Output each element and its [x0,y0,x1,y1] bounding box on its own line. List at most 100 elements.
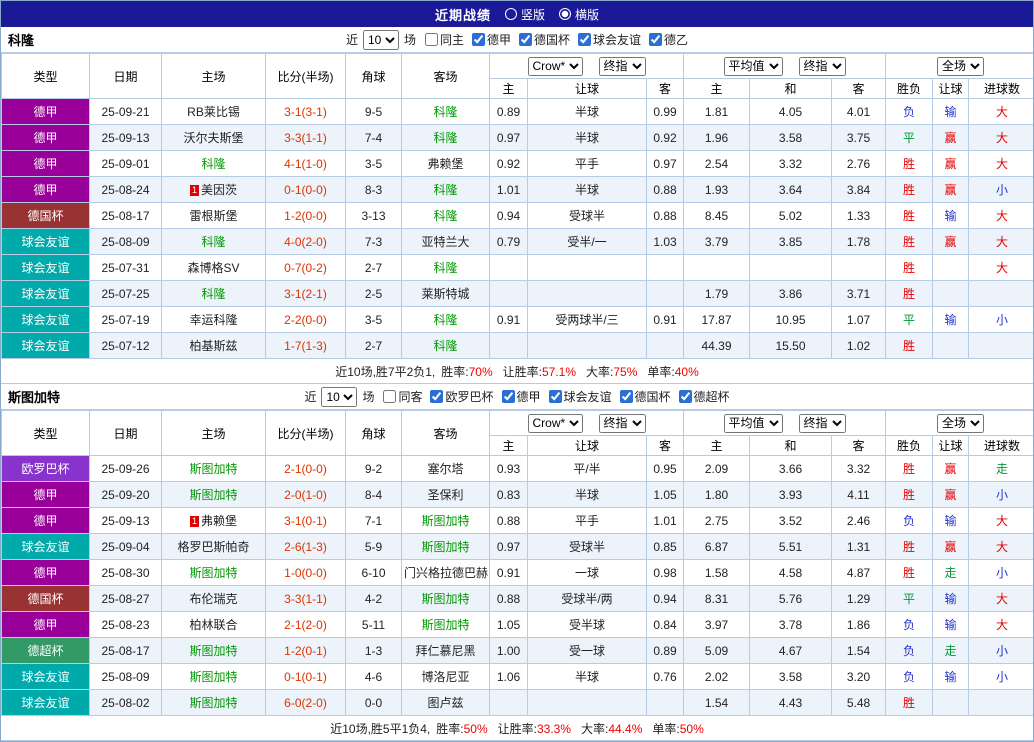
summary-stat-value: 50% [464,722,488,736]
home-odds [490,281,528,307]
home-odds: 0.97 [490,125,528,151]
home-team: 格罗巴斯帕奇 [162,534,266,560]
odds-stage-select[interactable]: 终指 [599,57,646,76]
league-filter-checkbox[interactable] [425,33,438,46]
summary-stats: 胜率:70% 让胜率:57.1% 大率:75% 单率:40% [441,363,699,380]
league-filter[interactable]: 球会友谊 [549,388,612,405]
league-filter[interactable]: 欧罗巴杯 [430,388,493,405]
league-filter[interactable]: 同客 [383,388,422,405]
summary-stat-label: 大率: [581,722,608,736]
handicap-line [528,281,647,307]
score: 2-0(1-0) [266,482,346,508]
competition-badge: 球会友谊 [2,229,90,255]
league-filter[interactable]: 同主 [425,31,464,48]
league-filter-checkbox[interactable] [519,33,532,46]
home-odds: 0.89 [490,99,528,125]
league-filter[interactable]: 德乙 [649,31,688,48]
match-count-select[interactable]: 10 [321,387,357,407]
avg-away-odds: 3.75 [832,125,886,151]
score: 2-1(2-0) [266,612,346,638]
league-filter-label: 德国杯 [534,31,570,48]
avg-home-odds: 6.87 [684,534,750,560]
result: 胜 [886,203,933,229]
fulltime-select[interactable]: 全场 [937,57,984,76]
avg-stage-select[interactable]: 终指 [799,414,846,433]
league-filter[interactable]: 球会友谊 [578,31,641,48]
col-home-odds: 主 [490,436,528,456]
odds-provider-select[interactable]: Crow* [528,57,583,76]
odds-stage-select[interactable]: 终指 [599,414,646,433]
home-team-name: 柏基斯兹 [189,339,237,353]
goals-result: 小 [969,307,1034,333]
match-count-select[interactable]: 10 [363,30,399,50]
layout-option[interactable]: 竖版 [505,6,545,23]
league-filter[interactable]: 德甲 [502,388,541,405]
col-handicap-result: 让球 [933,79,969,99]
competition-badge: 球会友谊 [2,690,90,716]
avg-stage-select[interactable]: 终指 [799,57,846,76]
avg-odds-select[interactable]: 平均值 [724,57,783,76]
league-filter-checkbox[interactable] [679,390,692,403]
home-odds: 1.00 [490,638,528,664]
summary-stat-label: 胜率: [441,365,468,379]
match-row: 球会友谊 25-08-09 斯图加特 0-1(0-1) 4-6 博洛尼亚 1.0… [2,664,1034,690]
goals-result: 大 [969,534,1034,560]
avg-odds-select[interactable]: 平均值 [724,414,783,433]
league-filter-checkbox[interactable] [383,390,396,403]
layout-radio[interactable] [559,8,571,20]
corners: 9-2 [346,456,402,482]
page-title: 近期战绩 [435,5,491,24]
league-filter-checkbox[interactable] [502,390,515,403]
corners: 7-3 [346,229,402,255]
result: 负 [886,638,933,664]
league-filter-checkbox[interactable] [649,33,662,46]
away-team-name: 科隆 [433,261,457,275]
goals-result: 大 [969,99,1034,125]
odds-group-header: Crow* 终指 [490,411,684,436]
match-date: 25-08-23 [90,612,162,638]
away-odds: 1.03 [647,229,684,255]
league-filter-checkbox[interactable] [430,390,443,403]
score: 6-0(2-0) [266,690,346,716]
avg-draw-odds: 3.58 [750,664,832,690]
avg-away-odds: 2.46 [832,508,886,534]
layout-radio[interactable] [505,8,517,20]
league-filter-checkbox[interactable] [578,33,591,46]
handicap-line: 受球半 [528,203,647,229]
handicap-line: 半球 [528,99,647,125]
result: 负 [886,664,933,690]
score: 3-3(1-1) [266,125,346,151]
handicap-line: 平手 [528,151,647,177]
avg-draw-odds: 3.66 [750,456,832,482]
filter-controls: 近 10 场 同主 德甲 [346,30,688,50]
col-score: 比分(半场) [266,411,346,456]
fulltime-select[interactable]: 全场 [937,414,984,433]
home-team-name: 斯图加特 [189,488,237,502]
avg-home-odds: 2.02 [684,664,750,690]
odds-provider-select[interactable]: Crow* [528,414,583,433]
away-odds: 0.95 [647,456,684,482]
league-filter[interactable]: 德国杯 [620,388,671,405]
league-filter[interactable]: 德国杯 [519,31,570,48]
score: 3-3(1-1) [266,586,346,612]
avg-home-odds: 1.93 [684,177,750,203]
avg-draw-odds: 4.67 [750,638,832,664]
match-row: 德甲 25-09-21 RB莱比锡 3-1(3-1) 9-5 科隆 0.89 半… [2,99,1034,125]
league-filter[interactable]: 德超杯 [679,388,730,405]
layout-option[interactable]: 横版 [559,6,599,23]
layout-option-label: 竖版 [521,6,545,23]
avg-away-odds: 1.33 [832,203,886,229]
handicap-result: 赢 [933,482,969,508]
home-team: 科隆 [162,151,266,177]
league-filter-checkbox[interactable] [620,390,633,403]
match-date: 25-08-24 [90,177,162,203]
league-filter-checkbox[interactable] [472,33,485,46]
handicap-line: 受两球半/三 [528,307,647,333]
home-team: 柏林联合 [162,612,266,638]
league-filter-checkbox[interactable] [549,390,562,403]
league-filter[interactable]: 德甲 [472,31,511,48]
away-odds: 0.88 [647,203,684,229]
handicap-line: 受一球 [528,638,647,664]
avg-away-odds: 5.48 [832,690,886,716]
home-team-name: 美因茨 [201,183,237,197]
